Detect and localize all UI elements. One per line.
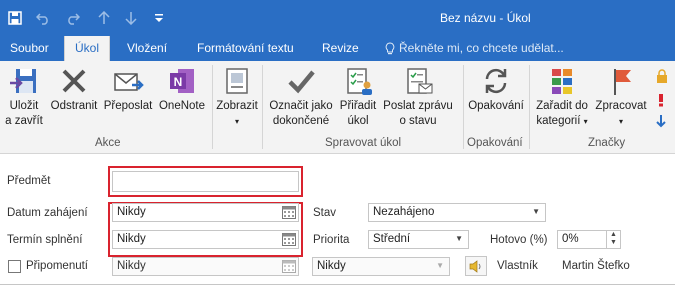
reminder-checkbox[interactable] [8,260,21,273]
lock-icon[interactable] [656,69,668,83]
high-importance-icon[interactable] [656,93,666,107]
ribbon-tabs: Soubor Úkol Vložení Formátování textu Re… [0,36,675,61]
tab-insert[interactable]: Vložení [127,41,167,55]
group-label-manage: Spravovat úkol [325,137,402,149]
chevron-down-icon: ▼ [455,234,463,243]
group-divider [529,65,530,149]
delete-icon [62,69,86,93]
calendar-icon[interactable] [282,206,296,219]
subject-input[interactable] [112,171,299,192]
status-label: Stav [313,207,337,219]
onenote-button[interactable]: N OneNote [155,65,209,114]
group-label-akce: Akce [95,137,121,149]
undo-icon[interactable] [34,9,52,27]
reminder-date-input[interactable]: Nikdy [112,257,299,276]
percent-complete-input[interactable]: 0% [557,230,607,249]
group-divider [262,65,263,149]
status-report-icon [407,68,433,94]
chevron-down-icon: ▼ [532,207,540,216]
start-date-label: Datum zahájení [7,207,88,219]
group-divider [212,65,213,149]
task-form: Předmět Datum zahájení Nikdy Termín spln… [0,154,675,291]
title-bar: Bez názvu - Úkol [0,0,675,36]
window-title: Bez názvu - Úkol [440,11,531,25]
customize-icon[interactable] [150,9,168,27]
stepper-down-icon[interactable]: ▼ [607,239,620,247]
body-divider [0,284,675,285]
reminder-time-select[interactable]: Nikdy ▼ [312,257,450,276]
tab-file[interactable]: Soubor [10,41,49,55]
owner-value: Martin Štefko [562,260,630,272]
subject-label: Předmět [7,175,51,187]
calendar-icon[interactable] [282,260,296,273]
ribbon: Uložit a zavřít Odstranit Přeposlat N On… [0,61,675,154]
percent-stepper[interactable]: ▲ ▼ [607,230,621,249]
due-date-label: Termín splnění [7,234,83,246]
delete-button[interactable]: Odstranit [48,65,100,114]
save-close-icon [10,69,36,93]
mark-complete-button[interactable]: Označit jako dokončené [266,65,336,129]
show-view-icon [226,68,248,94]
up-arrow-icon[interactable] [95,9,113,27]
priority-label: Priorita [313,234,350,246]
recurrence-button[interactable]: Opakování [466,65,526,114]
reminder-label: Připomenutí [26,260,89,272]
chevron-down-icon: ▾ [618,117,623,126]
follow-up-button[interactable]: Zpracovat ▾ [592,65,650,129]
group-label-tags: Značky [588,137,626,149]
reminder-sound-button[interactable] [465,256,487,276]
low-importance-icon[interactable] [655,114,667,128]
onenote-icon: N [170,69,194,93]
show-button[interactable]: Zobrazit ▾ [214,65,260,129]
send-status-report-button[interactable]: Poslat zprávu o stavu [380,65,456,129]
forward-envelope-icon [114,73,144,91]
flag-icon [614,69,631,95]
tab-review[interactable]: Revize [322,41,359,55]
categorize-button[interactable]: Zařadit do kategorií ▾ [532,65,592,129]
assign-task-icon [347,68,372,95]
redo-icon[interactable] [64,9,82,27]
owner-label: Vlastník [497,260,538,272]
tell-me-search[interactable]: Řekněte mi, co chcete udělat... [385,41,564,55]
percent-complete-label: Hotovo (%) [490,234,548,246]
chevron-down-icon: ▼ [436,261,444,270]
stepper-up-icon[interactable]: ▲ [607,231,620,239]
svg-text:N: N [174,75,183,89]
save-icon[interactable] [6,9,24,27]
assign-task-button[interactable]: Přiřadit úkol [338,65,378,129]
tab-format-text[interactable]: Formátování textu [197,41,294,55]
speaker-icon [469,260,481,273]
chevron-down-icon: ▾ [583,117,588,126]
priority-select[interactable]: Střední ▼ [368,230,469,249]
due-date-input[interactable]: Nikdy [112,230,299,249]
lightbulb-icon [385,41,395,54]
checkmark-icon [288,70,315,94]
group-divider [463,65,464,149]
tell-me-text: Řekněte mi, co chcete udělat... [399,41,564,55]
group-label-recurrence: Opakování [467,137,523,149]
status-select[interactable]: Nezahájeno ▼ [368,203,546,222]
categorize-icon [552,69,572,94]
forward-button[interactable]: Přeposlat [103,65,153,114]
start-date-input[interactable]: Nikdy [112,203,299,222]
calendar-icon[interactable] [282,233,296,246]
down-arrow-icon[interactable] [122,9,140,27]
tab-task[interactable]: Úkol [64,36,111,61]
save-close-button[interactable]: Uložit a zavřít [4,65,44,129]
recurrence-icon [485,68,507,94]
chevron-down-icon: ▾ [234,117,239,126]
